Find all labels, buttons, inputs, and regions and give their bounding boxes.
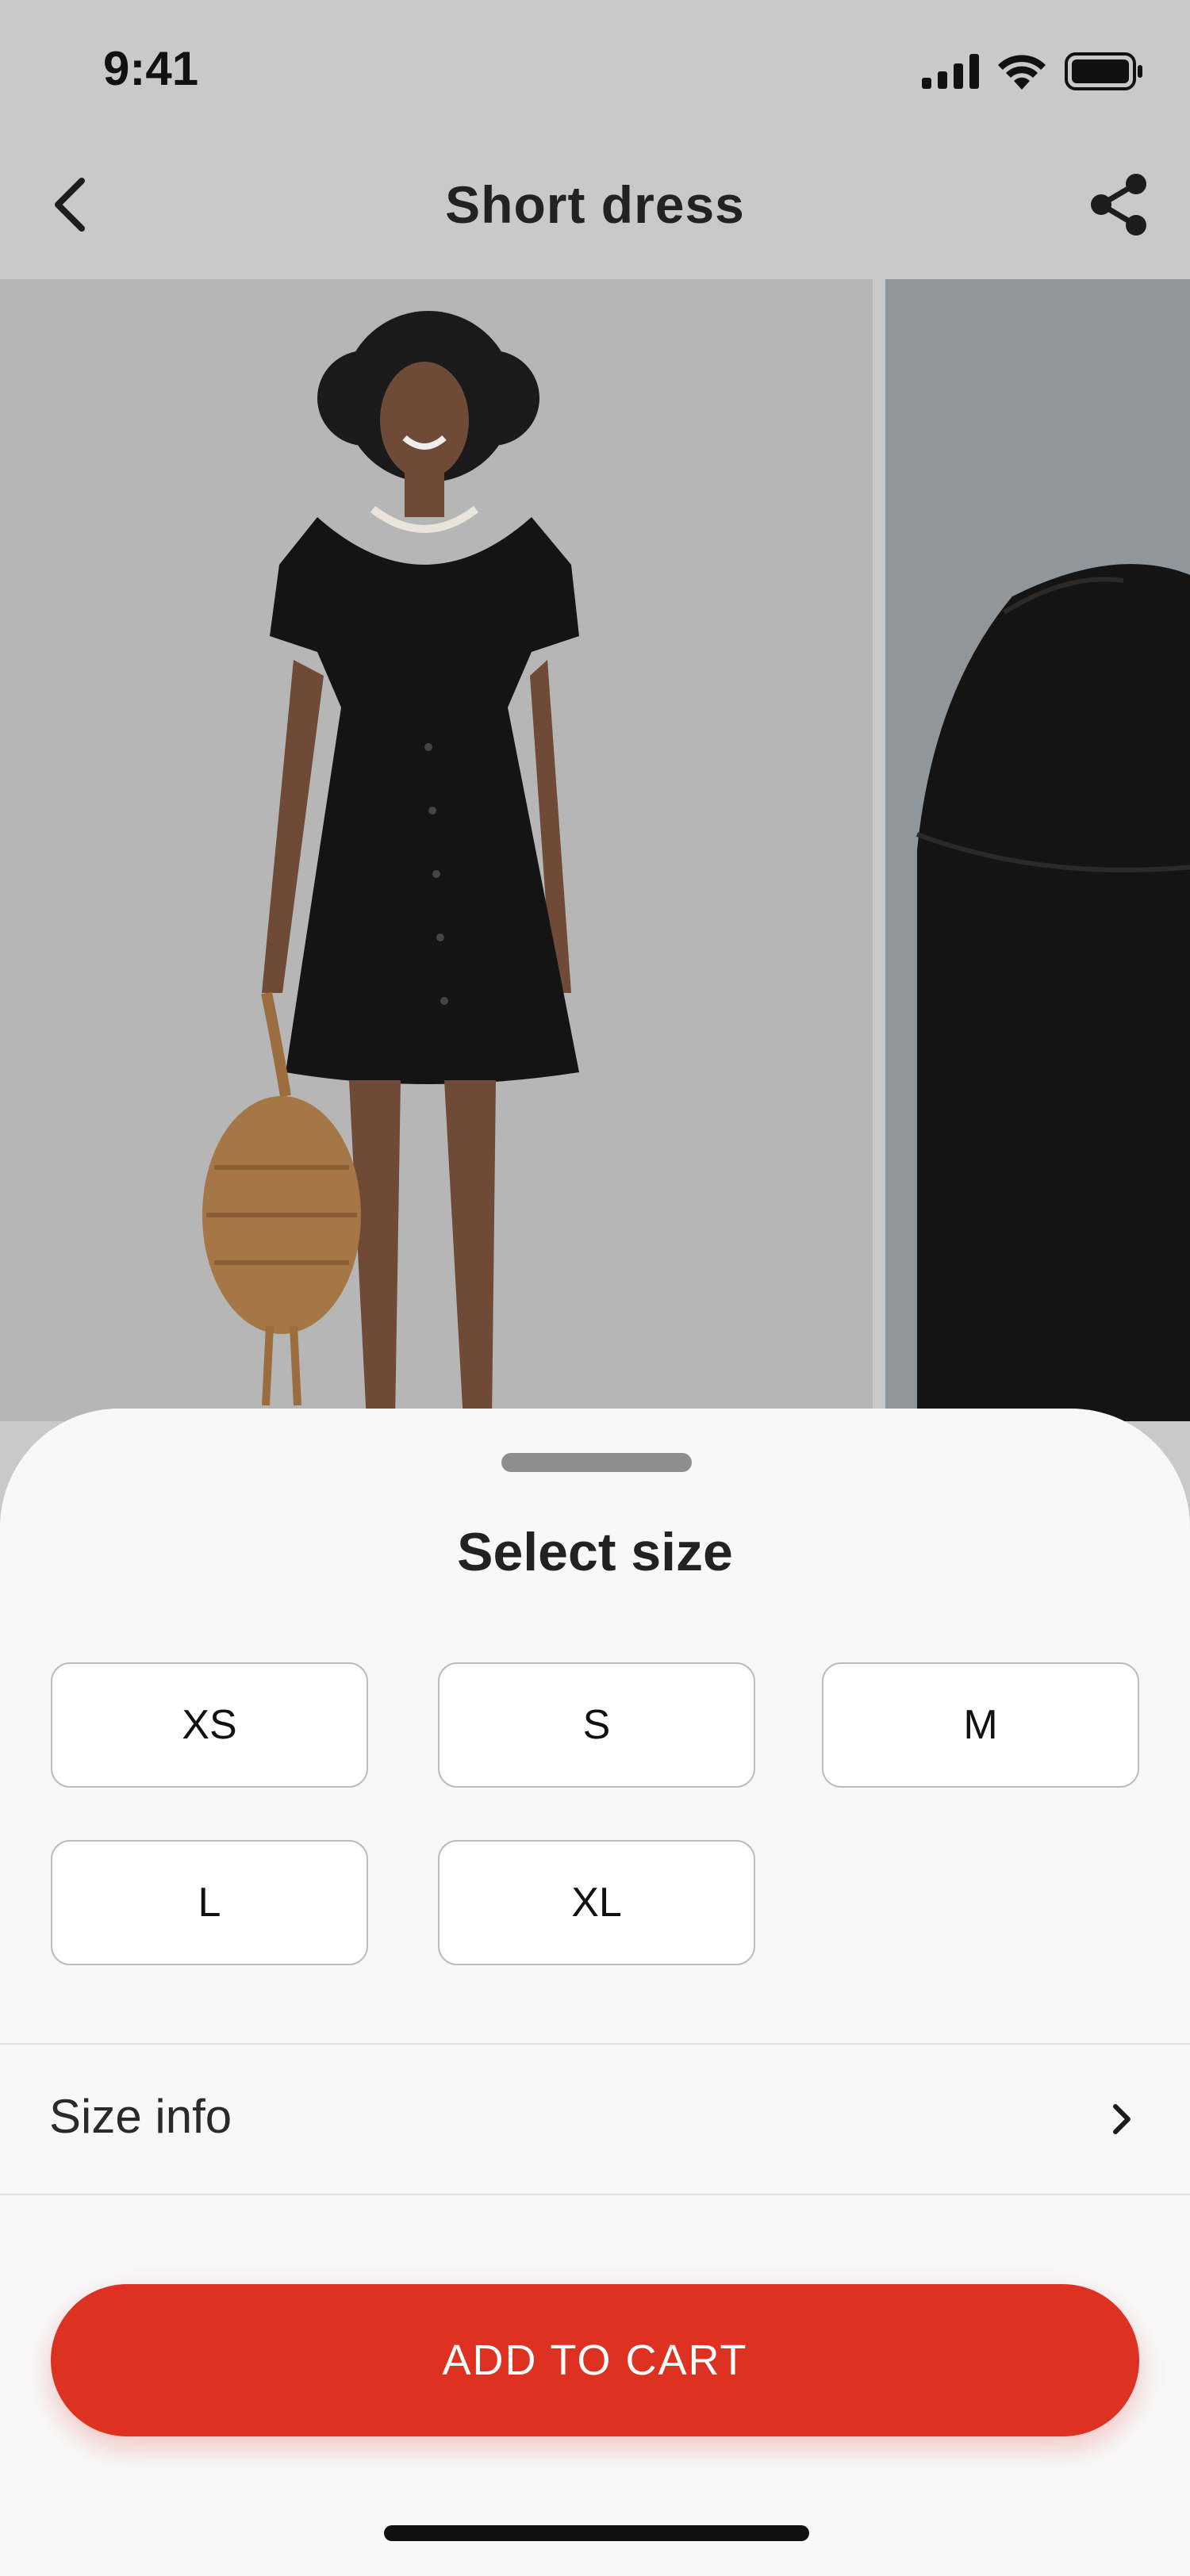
divider [0, 2194, 1190, 2195]
size-info-row[interactable]: Size info [0, 2043, 1190, 2194]
cellular-signal-icon [922, 54, 979, 93]
size-option-xs[interactable]: XS [51, 1662, 368, 1788]
wifi-icon [996, 53, 1047, 94]
home-indicator [384, 2525, 809, 2541]
size-info-label: Size info [49, 2090, 232, 2143]
status-icons [922, 52, 1144, 94]
size-option-xl[interactable]: XL [438, 1840, 755, 1965]
share-button[interactable] [1079, 167, 1158, 246]
status-bar: 9:41 [0, 0, 1190, 143]
size-option-s[interactable]: S [438, 1662, 755, 1788]
add-to-cart-button[interactable]: ADD TO CART [51, 2284, 1139, 2436]
sheet-title: Select size [457, 1522, 733, 1582]
size-selection-sheet: Select size XS S M L XL Size info ADD TO… [0, 1409, 1190, 2576]
sheet-drag-handle[interactable] [501, 1453, 692, 1472]
battery-icon [1065, 52, 1144, 94]
status-time: 9:41 [103, 42, 199, 95]
product-image-gallery[interactable] [0, 279, 1190, 1421]
product-image-closeup [885, 279, 1190, 1421]
size-option-l[interactable]: L [51, 1840, 368, 1965]
page-title: Short dress [445, 175, 745, 234]
size-option-m[interactable]: M [822, 1662, 1139, 1788]
product-image-model [0, 279, 873, 1421]
chevron-right-icon [1103, 2095, 1142, 2143]
navigation-bar: Short dress [0, 143, 1190, 279]
share-icon [1087, 171, 1150, 242]
